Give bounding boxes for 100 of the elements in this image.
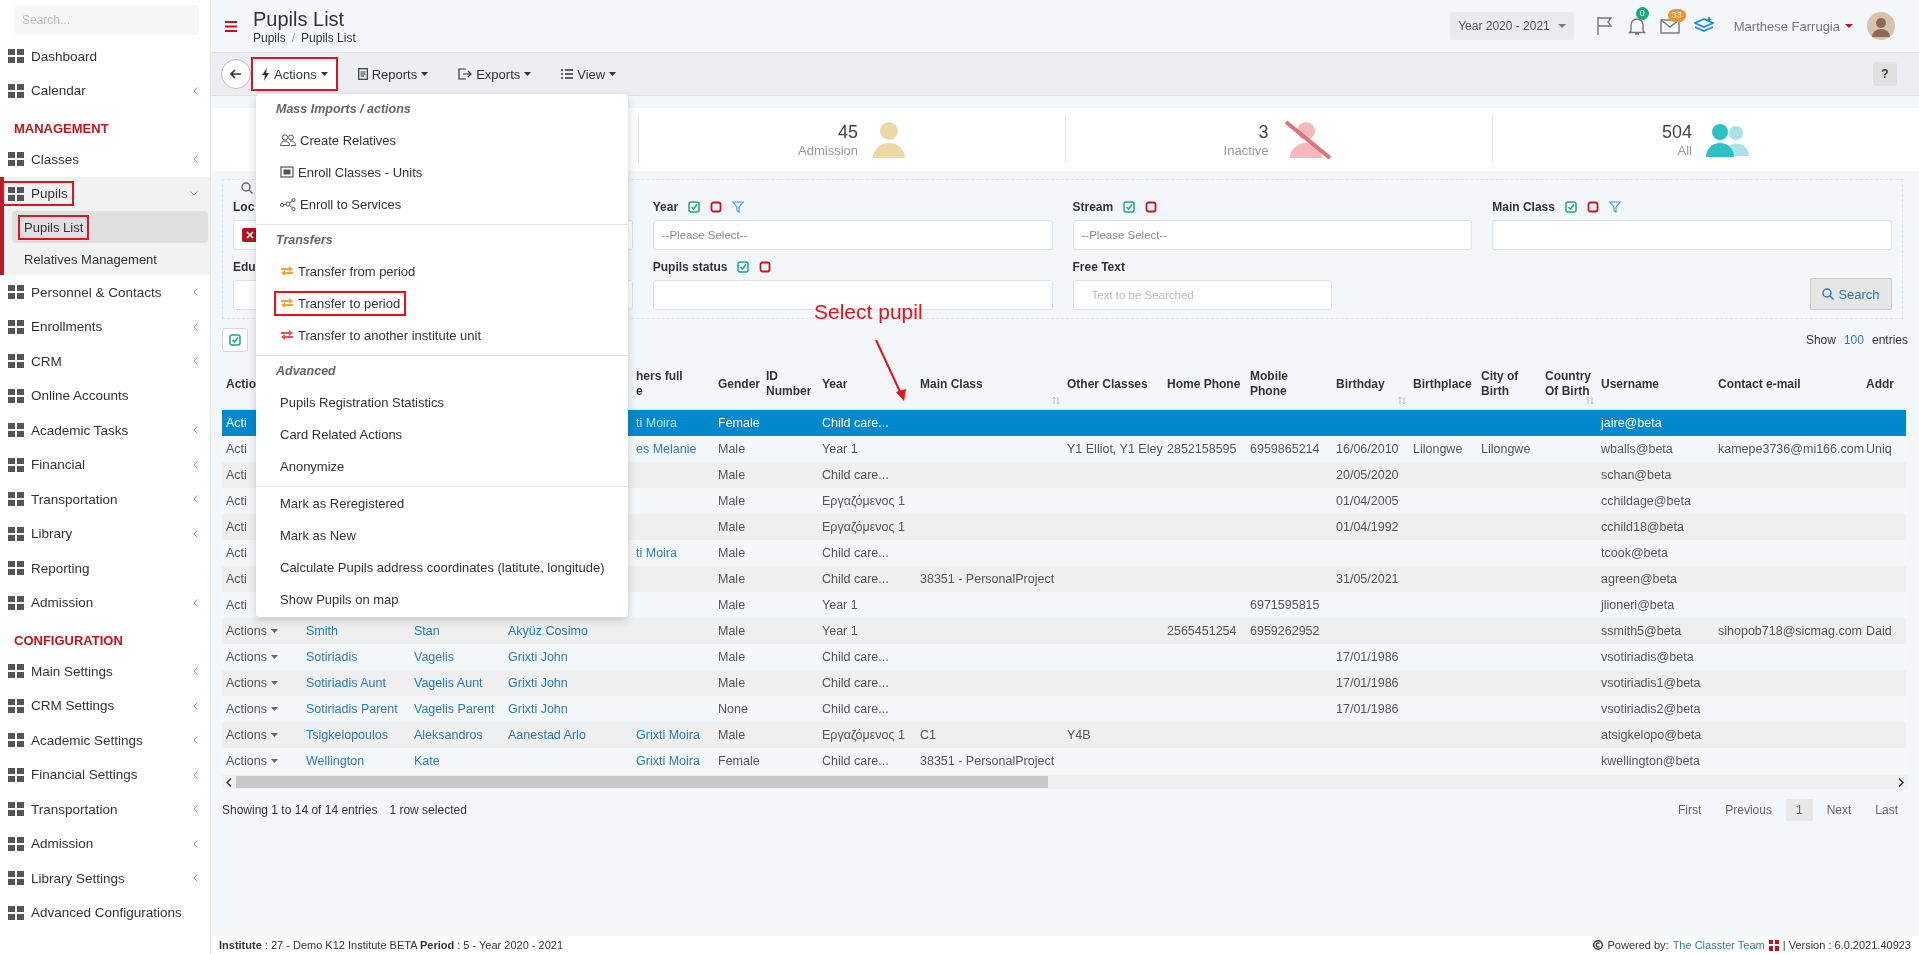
table-row[interactable]: Actions Sotiriadis Vagelis Grixti John Male Child care... 17/01/1986 vsotiriadis@beta	[222, 644, 1906, 670]
avatar[interactable]	[1867, 12, 1895, 40]
name-link[interactable]: Grixti John	[508, 702, 568, 716]
empty-box-icon[interactable]	[710, 201, 723, 213]
name-link[interactable]: Vagelis Parent	[414, 702, 495, 716]
sidebar-item[interactable]: Pupils	[4, 176, 210, 211]
name-link[interactable]: Grixti Moira	[636, 728, 700, 742]
column-header[interactable]: Addr	[1866, 377, 1894, 392]
name-link[interactable]: Kate	[414, 754, 440, 768]
checked-box-icon[interactable]	[1123, 201, 1136, 213]
menu-item[interactable]: Enroll Classes - Units	[256, 156, 628, 188]
layers-icon[interactable]	[1693, 17, 1714, 35]
name-link[interactable]: Tsigkelopoulos	[306, 728, 388, 742]
sidebar-item[interactable]: Personnel & Contacts	[0, 275, 210, 310]
column-header[interactable]: Birthplace	[1413, 377, 1472, 392]
submenu-item[interactable]: Pupils List	[12, 211, 208, 243]
sidebar-item[interactable]: Advanced Configurations	[0, 895, 210, 930]
actions-dropdown[interactable]: Acti	[226, 468, 247, 482]
toolbar-button[interactable]: View	[553, 59, 625, 89]
pagination-button[interactable]: Previous	[1715, 799, 1782, 821]
search-icon[interactable]	[241, 182, 253, 194]
sidebar-item[interactable]: Transportation	[0, 792, 210, 827]
sidebar-item[interactable]: Library	[0, 516, 210, 551]
user-menu[interactable]: Marthese Farrugia	[1733, 18, 1853, 34]
empty-box-icon[interactable]	[1586, 201, 1599, 213]
pagination-button[interactable]: First	[1667, 799, 1712, 821]
actions-dropdown[interactable]: Actions	[226, 650, 278, 664]
column-header[interactable]: Username	[1601, 377, 1660, 392]
menu-item[interactable]: Create Relatives	[256, 124, 628, 156]
empty-box-icon[interactable]	[1145, 201, 1158, 213]
sidebar-item[interactable]: Reporting	[0, 551, 210, 586]
column-header[interactable]: Year	[822, 377, 848, 392]
search-field[interactable]: Search...	[14, 5, 199, 35]
input-field[interactable]: Text to be Searched	[1072, 280, 1333, 310]
actions-dropdown[interactable]: Actions	[226, 676, 278, 690]
scroll-left-icon[interactable]	[226, 777, 232, 787]
actions-dropdown[interactable]: Acti	[226, 494, 247, 508]
name-link[interactable]: Akyüz Cosimo	[508, 624, 588, 638]
actions-dropdown[interactable]: Actions	[226, 624, 278, 638]
actions-dropdown[interactable]: Acti	[226, 442, 247, 456]
menu-item[interactable]: Enroll to Services	[256, 188, 628, 220]
column-header[interactable]: Gender	[718, 377, 760, 392]
funnel-icon[interactable]	[1608, 201, 1621, 213]
checked-box-icon[interactable]	[1564, 201, 1577, 213]
pagination-button[interactable]: 1	[1785, 799, 1813, 821]
name-link[interactable]: Sotiriadis Aunt	[306, 676, 386, 690]
sidebar-item[interactable]: Transportation	[0, 482, 210, 517]
sidebar-item[interactable]: Main Settings	[0, 654, 210, 689]
toolbar-button[interactable]: Exports	[450, 59, 540, 89]
bell-icon[interactable]	[1627, 16, 1646, 36]
team-link[interactable]: The Classter Team	[1672, 939, 1765, 951]
funnel-icon[interactable]	[732, 201, 745, 213]
horizontal-scrollbar[interactable]	[222, 775, 1908, 789]
actions-dropdown[interactable]: Acti	[226, 598, 247, 612]
name-link[interactable]: Stan	[414, 624, 440, 638]
menu-item[interactable]: Transfer to period	[256, 287, 628, 319]
name-link[interactable]: ti Moira	[636, 546, 677, 560]
help-button[interactable]: ?	[1873, 62, 1897, 86]
menu-item[interactable]: Transfer to another institute unit	[256, 319, 628, 351]
select-field[interactable]	[1492, 220, 1892, 250]
actions-dropdown[interactable]: Acti	[226, 546, 247, 560]
name-link[interactable]: es Melanie	[636, 442, 697, 456]
sidebar-item[interactable]: Classes	[0, 142, 210, 177]
sidebar-item[interactable]: CRM	[0, 344, 210, 379]
checked-box-icon[interactable]	[737, 261, 750, 273]
scroll-right-icon[interactable]	[1898, 777, 1904, 787]
menu-item[interactable]: Transfer from period	[256, 255, 628, 287]
sidebar-item[interactable]: Financial Settings	[0, 757, 210, 792]
actions-dropdown[interactable]: Acti	[226, 416, 247, 430]
column-header[interactable]: Home Phone	[1167, 377, 1241, 392]
submenu-item[interactable]: Relatives Management	[12, 243, 208, 275]
pagination-button[interactable]: Next	[1816, 799, 1862, 821]
column-header[interactable]: Other Classes	[1067, 377, 1148, 392]
actions-dropdown[interactable]: Actions	[226, 754, 278, 768]
actions-menu-button[interactable]: Actions	[253, 59, 336, 89]
pagination-button[interactable]: Last	[1865, 799, 1908, 821]
year-select[interactable]: Year 2020 - 2021	[1450, 12, 1574, 40]
name-link[interactable]: Grixti Moira	[636, 754, 700, 768]
search-button[interactable]: Search	[1810, 278, 1892, 310]
table-row[interactable]: Actions Sotiriadis Parent Vagelis Parent Grixti John None Child care... 17/01/1986 vsotiriadis2@beta	[222, 696, 1906, 722]
table-row[interactable]: Actions Sotiriadis Aunt Vagelis Aunt Grixti John Male Child care... 17/01/1986 vsotiriadis1@beta	[222, 670, 1906, 696]
sidebar-item[interactable]: Dashboard	[0, 39, 210, 74]
select-all-button[interactable]	[222, 328, 248, 352]
sidebar-item[interactable]: CRM Settings	[0, 688, 210, 723]
column-header[interactable]: ID Number	[766, 369, 812, 399]
sidebar-item[interactable]: Library Settings	[0, 861, 210, 896]
sidebar-item[interactable]: Academic Tasks	[0, 413, 210, 448]
name-link[interactable]: Sotiriadis	[306, 650, 358, 664]
sidebar-item[interactable]: Enrollments	[0, 309, 210, 344]
column-header[interactable]: Actio	[226, 377, 256, 392]
column-header[interactable]: Mobile Phone	[1250, 369, 1288, 399]
name-link[interactable]: Aleksandros	[414, 728, 483, 742]
select-field[interactable]: --Please Select--	[1072, 220, 1473, 250]
actions-dropdown[interactable]: Actions	[226, 702, 278, 716]
name-link[interactable]: Smith	[306, 624, 338, 638]
name-link[interactable]: Wellington	[306, 754, 365, 768]
table-row[interactable]: Actions Smith Stan Akyüz Cosimo Male Year 1 2565451254 6959262952 ssmith5@beta sihopob718@sicmag.com Daid	[222, 618, 1906, 644]
checked-box-icon[interactable]	[688, 201, 701, 213]
sidebar-item[interactable]: Financial	[0, 447, 210, 482]
actions-dropdown[interactable]: Acti	[226, 572, 247, 586]
